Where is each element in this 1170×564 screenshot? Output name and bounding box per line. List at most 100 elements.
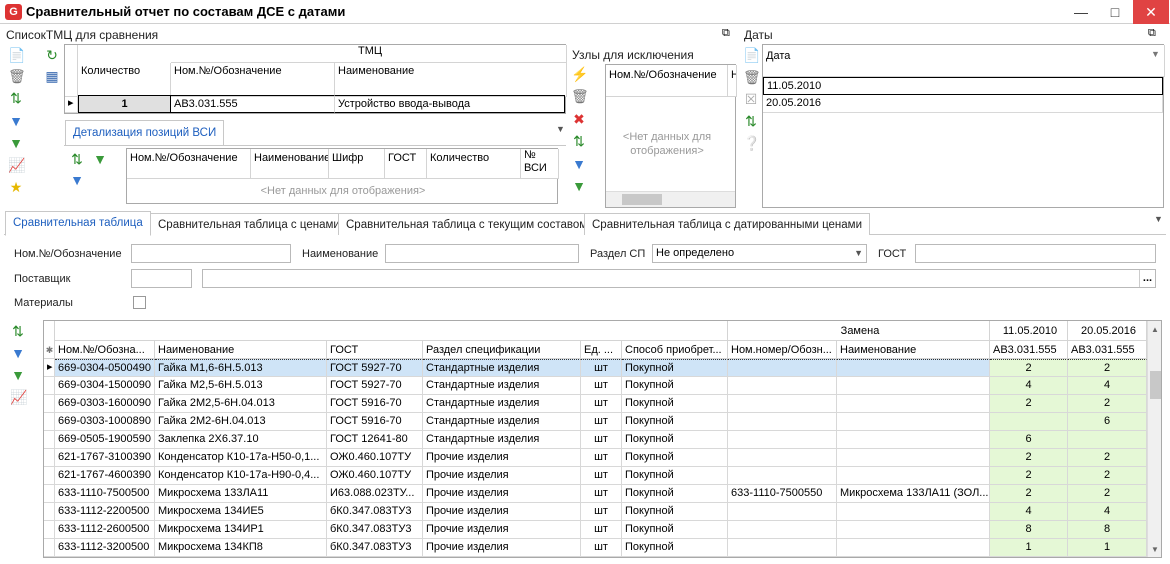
chart-icon[interactable]: 📈 — [8, 157, 25, 173]
section-select[interactable]: Не определено ▼ — [652, 244, 867, 263]
table-cell-name[interactable]: Заклепка 2Х6.37.10 — [155, 431, 327, 449]
table-cell-v2[interactable]: 4 — [1068, 503, 1147, 521]
scroll-down-icon[interactable]: ▼ — [1151, 545, 1159, 554]
table-cell-v1[interactable]: 2 — [990, 359, 1068, 377]
new-doc-icon[interactable]: 📄 — [743, 47, 760, 63]
table-cell-unit[interactable]: шт — [581, 431, 622, 449]
col-name[interactable]: Наименование — [155, 341, 327, 359]
table-cell-v1[interactable]: 4 — [990, 377, 1068, 395]
sync-icon[interactable]: ⇅ — [571, 133, 587, 149]
table-cell-rcode[interactable] — [728, 431, 837, 449]
table-cell-section[interactable]: Прочие изделия — [423, 467, 581, 485]
table-cell-v1[interactable]: 2 — [990, 485, 1068, 503]
restore-icon[interactable]: ⧉ — [1148, 27, 1156, 40]
table-cell-v2[interactable] — [1068, 431, 1147, 449]
refresh-icon[interactable]: ↻ — [44, 47, 60, 63]
supplier-code-input[interactable] — [131, 269, 192, 288]
table-cell-rname[interactable] — [837, 521, 990, 539]
funnel-icon[interactable]: ▼ — [571, 178, 587, 194]
table-cell-gost[interactable]: ГОСТ 12641-80 — [327, 431, 423, 449]
table-cell-unit[interactable]: шт — [581, 359, 622, 377]
funnel-icon[interactable]: ▼ — [8, 135, 24, 151]
table-cell-code[interactable]: 669-0303-1600090 — [55, 395, 155, 413]
table-cell-name[interactable]: Гайка 2М2-6Н.04.013 — [155, 413, 327, 431]
table-cell-name[interactable]: Микросхема 134ИР1 — [155, 521, 327, 539]
table-cell-section[interactable]: Стандартные изделия — [423, 377, 581, 395]
scroll-thumb[interactable] — [1150, 371, 1161, 399]
name-input[interactable] — [385, 244, 579, 263]
funnel-icon[interactable]: ▼ — [10, 367, 26, 383]
table-cell-rname[interactable]: Микросхема 133ЛА11 (ЗОЛ... — [837, 485, 990, 503]
table-cell-v1[interactable]: 4 — [990, 503, 1068, 521]
restore-icon[interactable]: ⧉ — [722, 27, 730, 40]
detail-col-cipher[interactable]: Шифр — [329, 149, 385, 179]
col-replace-name[interactable]: Наименование — [837, 341, 990, 359]
tmc-row-code[interactable]: АВ3.031.555 — [171, 95, 335, 113]
table-cell-v1[interactable] — [990, 413, 1068, 431]
table-cell-code[interactable]: 621-1767-4600390 — [55, 467, 155, 485]
row-indicator[interactable] — [44, 539, 55, 557]
table-cell-v2[interactable]: 1 — [1068, 539, 1147, 557]
table-cell-method[interactable]: Покупной — [622, 467, 728, 485]
col-method[interactable]: Способ приобрет... — [622, 341, 728, 359]
col-qty[interactable]: Количество — [78, 63, 171, 97]
table-cell-method[interactable]: Покупной — [622, 449, 728, 467]
table-cell-v2[interactable]: 2 — [1068, 395, 1147, 413]
table-cell-rname[interactable] — [837, 449, 990, 467]
table-cell-method[interactable]: Покупной — [622, 431, 728, 449]
table-cell-unit[interactable]: шт — [581, 413, 622, 431]
detail-col-code[interactable]: Ном.№/Обозначение — [127, 149, 251, 179]
table-cell-section[interactable]: Прочие изделия — [423, 449, 581, 467]
col-section[interactable]: Раздел спецификации — [423, 341, 581, 359]
col-unit[interactable]: Ед. ... — [581, 341, 622, 359]
table-cell-unit[interactable]: шт — [581, 539, 622, 557]
table-cell-method[interactable]: Покупной — [622, 395, 728, 413]
cancel-icon[interactable]: ☒ — [743, 91, 759, 107]
table-cell-rname[interactable] — [837, 503, 990, 521]
table-cell-method[interactable]: Покупной — [622, 413, 728, 431]
trash-icon[interactable]: 🗑 — [571, 88, 589, 104]
table-cell-unit[interactable]: шт — [581, 521, 622, 539]
tmc-row-name[interactable]: Устройство ввода-вывода — [335, 95, 565, 113]
col-code[interactable]: Ном.№/Обозначение — [171, 63, 335, 97]
table-cell-v1[interactable]: 1 — [990, 539, 1068, 557]
row-indicator[interactable] — [44, 449, 55, 467]
col-replace-code[interactable]: Ном.номер/Обозн... — [728, 341, 837, 359]
row-indicator[interactable] — [44, 431, 55, 449]
exclude-col-n[interactable]: Н — [728, 65, 737, 97]
table-cell-v1[interactable]: 6 — [990, 431, 1068, 449]
row-indicator[interactable] — [44, 521, 55, 539]
exclude-col-code[interactable]: Ном.№/Обозначение — [606, 65, 728, 97]
row-indicator[interactable] — [44, 485, 55, 503]
table-cell-v2[interactable]: 2 — [1068, 449, 1147, 467]
new-doc-icon[interactable]: 📄 — [8, 47, 25, 63]
table-cell-v2[interactable]: 4 — [1068, 377, 1147, 395]
table-cell-method[interactable]: Покупной — [622, 539, 728, 557]
table-cell-method[interactable]: Покупной — [622, 503, 728, 521]
table-cell-code[interactable]: 633-1112-3200500 — [55, 539, 155, 557]
table-cell-section[interactable]: Прочие изделия — [423, 503, 581, 521]
table-cell-rname[interactable] — [837, 359, 990, 377]
row-indicator[interactable] — [44, 467, 55, 485]
detail-col-vsi[interactable]: № ВСИ — [521, 149, 559, 179]
table-cell-code[interactable]: 633-1110-7500500 — [55, 485, 155, 503]
detail-col-qty[interactable]: Количество — [427, 149, 521, 179]
lightning-icon[interactable]: ⚡ — [571, 66, 588, 82]
table-cell-code[interactable]: 621-1767-3100390 — [55, 449, 155, 467]
table-cell-rcode[interactable] — [728, 521, 837, 539]
table-cell-name[interactable]: Микросхема 134ИЕ5 — [155, 503, 327, 521]
table-cell-v2[interactable]: 6 — [1068, 413, 1147, 431]
table-cell-v2[interactable]: 2 — [1068, 467, 1147, 485]
dates-col-date[interactable]: Дата — [763, 45, 1165, 77]
tab-compare-prices[interactable]: Сравнительная таблица с ценами — [150, 213, 348, 235]
table-cell-rname[interactable] — [837, 431, 990, 449]
table-cell-v2[interactable]: 8 — [1068, 521, 1147, 539]
table-cell-gost[interactable]: ОЖ0.460.107ТУ — [327, 467, 423, 485]
table-cell-code[interactable]: 669-0505-1900590 — [55, 431, 155, 449]
table-cell-code[interactable]: 669-0304-1500090 — [55, 377, 155, 395]
table-cell-v1[interactable]: 2 — [990, 449, 1068, 467]
h-scrollbar[interactable] — [606, 191, 735, 207]
table-cell-method[interactable]: Покупной — [622, 485, 728, 503]
chevron-down-icon[interactable]: ▼ — [556, 124, 565, 134]
table-cell-name[interactable]: Гайка М1,6-6Н.5.013 — [155, 359, 327, 377]
